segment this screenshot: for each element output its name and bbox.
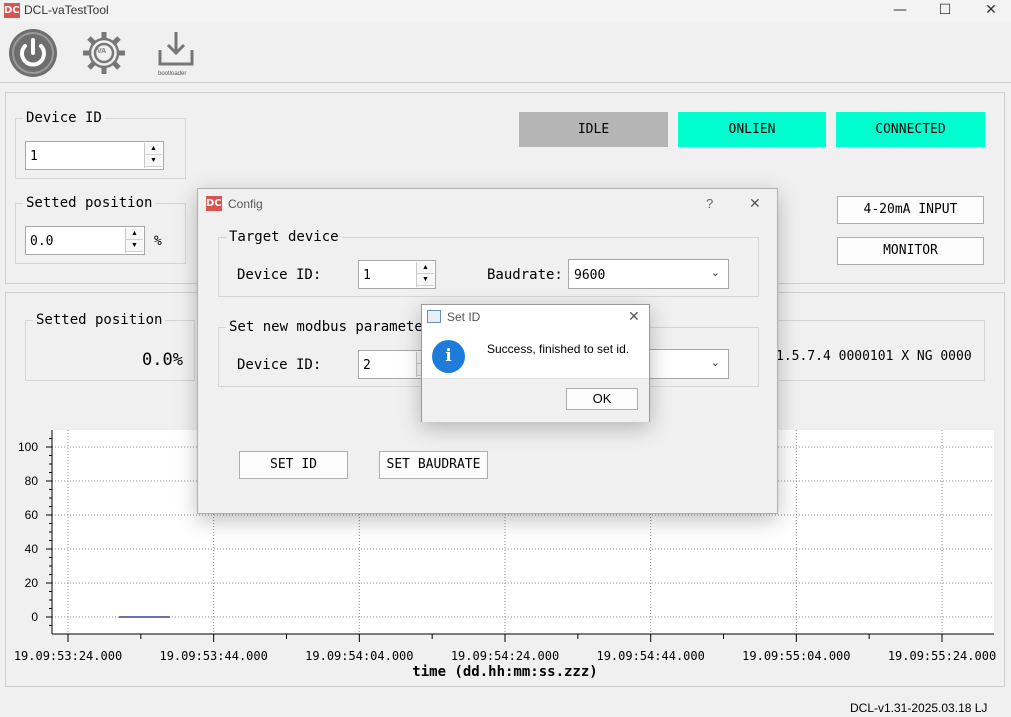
target-device-id-value: 1: [363, 268, 371, 283]
config-dialog-close-button[interactable]: ✕: [749, 195, 761, 212]
message-box-close-button[interactable]: ✕: [628, 308, 640, 325]
close-button[interactable]: ✕: [968, 0, 1011, 22]
download-icon: [158, 32, 194, 66]
device-id-spinbox[interactable]: 1 ▲ ▼: [25, 141, 164, 170]
setted-position-value: 0.0: [30, 234, 54, 249]
target-device-group-title: Target device: [226, 229, 342, 245]
spin-down-icon[interactable]: ▼: [417, 274, 434, 286]
bootloader-label: bootloader: [158, 71, 187, 77]
setted-position-display-title: Setted position: [33, 312, 166, 328]
info-line: 1.5.7.4 0000101 X NG 0000: [776, 349, 972, 364]
x-tick-label: 19.09:55:04.000: [742, 649, 850, 663]
target-device-id-spinbox[interactable]: 1 ▲ ▼: [358, 260, 436, 289]
maximize-button[interactable]: ☐: [922, 0, 968, 22]
new-device-id-label: Device ID:: [237, 357, 322, 373]
title-bar: DCL DCL-vaTestTool — ☐ ✕: [0, 0, 1011, 22]
y-tick-label: 60: [25, 508, 39, 522]
chart-xlabel: time (dd.hh:mm:ss.zzz): [412, 664, 597, 680]
window-title: DCL-vaTestTool: [24, 3, 109, 17]
y-tick-label: 100: [18, 440, 38, 454]
new-device-id-value: 2: [363, 358, 371, 373]
setted-position-group-title: Setted position: [23, 195, 156, 211]
status-idle: IDLE: [519, 112, 668, 147]
spin-up-icon[interactable]: ▲: [417, 262, 434, 274]
settings-icon-text: VA: [97, 48, 107, 55]
info-icon: i: [432, 340, 465, 373]
device-id-value: 1: [30, 149, 38, 164]
settings-button[interactable]: VA: [78, 26, 130, 80]
chevron-down-icon: ⌄: [710, 267, 720, 279]
y-tick-label: 20: [25, 576, 39, 590]
minimize-button[interactable]: —: [877, 0, 923, 22]
message-text: Success, finished to set id.: [487, 342, 630, 356]
y-tick-label: 80: [25, 474, 39, 488]
app-logo: DCL: [4, 3, 27, 18]
x-tick-label: 19.09:54:04.000: [305, 649, 413, 663]
ok-button[interactable]: OK: [566, 388, 638, 410]
window-icon: [427, 310, 441, 323]
chevron-down-icon: ⌄: [710, 357, 720, 369]
bootloader-button[interactable]: bootloader: [150, 26, 202, 80]
baudrate-value: 9600: [574, 268, 606, 283]
set-id-button[interactable]: SET ID: [239, 451, 348, 479]
x-tick-label: 19.09:54:24.000: [451, 649, 559, 663]
setted-position-spinbox[interactable]: 0.0 ▲ ▼: [25, 226, 145, 255]
new-parameter-group-title: Set new modbus parameter: [226, 319, 435, 335]
x-tick-label: 19.09:55:24.000: [888, 649, 996, 663]
power-button[interactable]: [7, 26, 59, 80]
version-label: DCL-v1.31-2025.03.18 LJ: [850, 701, 988, 715]
y-tick-label: 40: [25, 542, 39, 556]
input-4-20ma-button[interactable]: 4-20mA INPUT: [837, 196, 984, 224]
status-online: ONLIEN: [678, 112, 826, 147]
set-id-message-box: Set ID ✕ i Success, finished to set id. …: [421, 304, 650, 422]
spin-up-icon[interactable]: ▲: [126, 228, 143, 240]
setted-position-unit: %: [154, 234, 162, 249]
x-tick-label: 19.09:54:44.000: [596, 649, 704, 663]
help-button[interactable]: ?: [706, 196, 713, 211]
device-id-group-title: Device ID: [23, 110, 105, 126]
monitor-button[interactable]: MONITOR: [837, 237, 984, 265]
set-baudrate-button[interactable]: SET BAUDRATE: [379, 451, 488, 479]
message-box-title: Set ID: [447, 310, 481, 324]
baudrate-select[interactable]: 9600 ⌄: [568, 259, 729, 289]
spin-down-icon[interactable]: ▼: [145, 155, 162, 167]
y-tick-label: 0: [31, 610, 38, 624]
power-icon: [9, 29, 57, 77]
baudrate-label: Baudrate:: [487, 267, 563, 283]
setted-position-display-value: 0.0%: [142, 350, 183, 370]
toolbar: VA bootloader: [0, 22, 1011, 83]
x-tick-label: 19.09:53:44.000: [159, 649, 267, 663]
spin-down-icon[interactable]: ▼: [126, 240, 143, 252]
target-device-id-label: Device ID:: [237, 267, 322, 283]
status-connected: CONNECTED: [836, 112, 985, 147]
x-tick-label: 19.09:53:24.000: [14, 649, 122, 663]
config-dialog-title: Config: [228, 197, 263, 211]
spin-up-icon[interactable]: ▲: [145, 143, 162, 155]
config-dialog-logo: DCL: [206, 196, 229, 211]
